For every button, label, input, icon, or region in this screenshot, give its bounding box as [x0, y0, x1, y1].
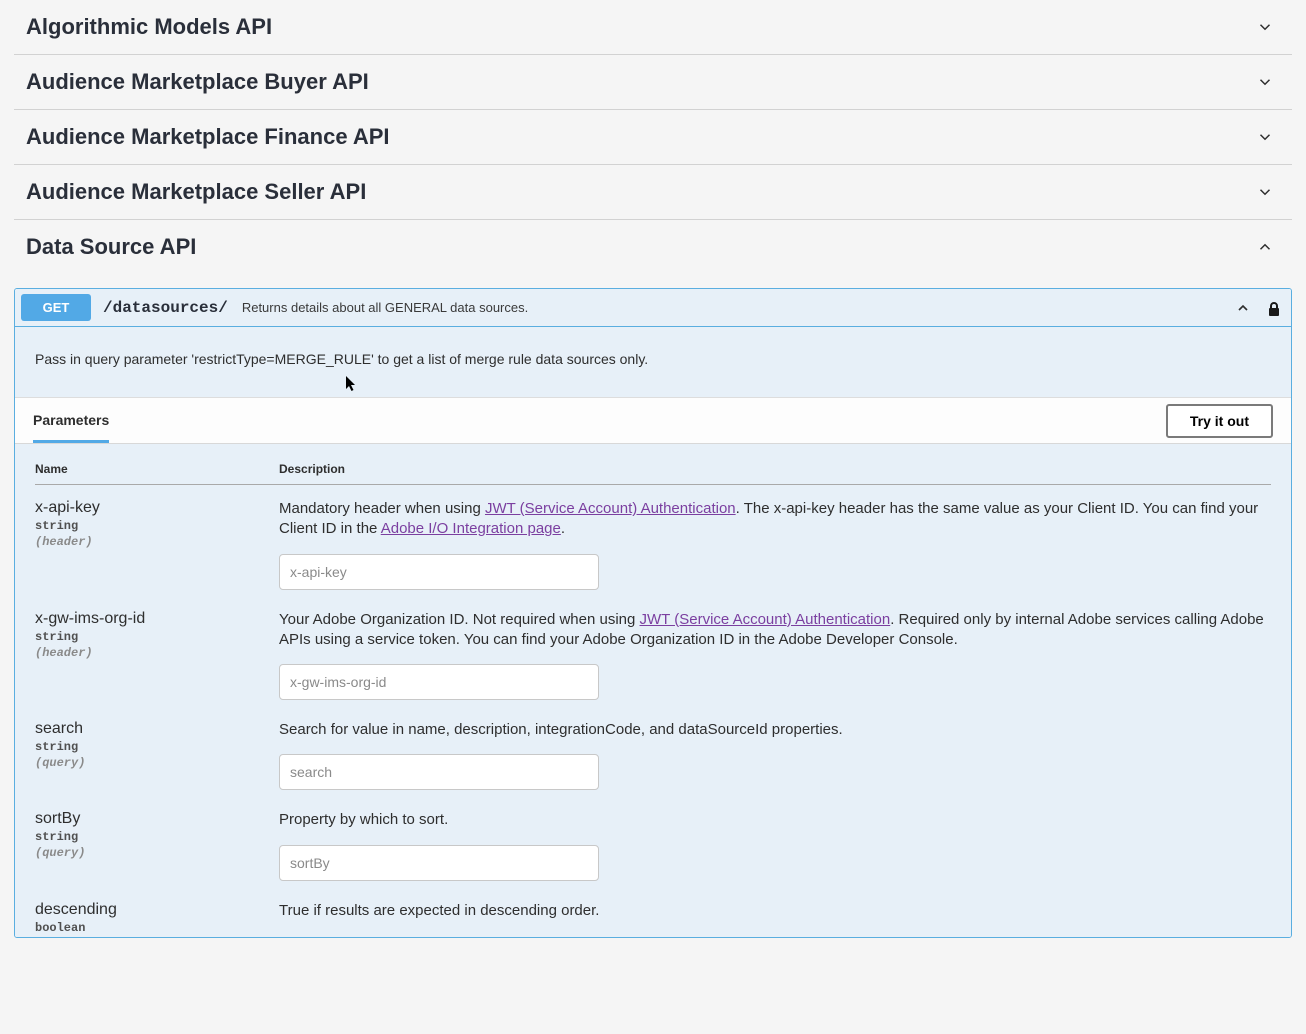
param-location: (header) — [35, 646, 279, 660]
api-section-marketplace-buyer[interactable]: Audience Marketplace Buyer API — [14, 55, 1292, 110]
api-section-data-source[interactable]: Data Source API — [14, 220, 1292, 274]
param-type: string — [35, 830, 279, 844]
table-header: Name Description — [35, 444, 1271, 485]
param-name: x-api-key — [35, 499, 279, 517]
endpoint-card: GET /datasources/ Returns details about … — [14, 288, 1292, 938]
link-adobe-io-integration[interactable]: Adobe I/O Integration page — [381, 520, 561, 537]
chevron-down-icon — [1256, 73, 1274, 91]
section-title: Data Source API — [26, 234, 196, 260]
link-jwt-auth[interactable]: JWT (Service Account) Authentication — [640, 611, 891, 628]
chevron-up-icon — [1256, 238, 1274, 256]
parameters-bar: Parameters Try it out — [15, 397, 1291, 444]
param-location: (query) — [35, 846, 279, 860]
section-title: Audience Marketplace Seller API — [26, 179, 366, 205]
param-type: boolean — [35, 921, 279, 935]
parameters-table: Name Description x-api-key string (heade… — [15, 444, 1291, 937]
chevron-down-icon — [1256, 18, 1274, 36]
table-row: descending boolean True if results are e… — [35, 887, 1271, 937]
column-header-name: Name — [35, 462, 279, 476]
endpoint-summary: Returns details about all GENERAL data s… — [242, 300, 1235, 315]
section-title: Audience Marketplace Finance API — [26, 124, 390, 150]
param-name: x-gw-ims-org-id — [35, 610, 279, 628]
api-section-marketplace-finance[interactable]: Audience Marketplace Finance API — [14, 110, 1292, 165]
x-gw-ims-org-id-input[interactable] — [279, 664, 599, 700]
param-description: Search for value in name, description, i… — [279, 720, 1271, 740]
param-type: string — [35, 740, 279, 754]
section-title: Audience Marketplace Buyer API — [26, 69, 369, 95]
param-location: (header) — [35, 535, 279, 549]
param-name: descending — [35, 901, 279, 919]
search-input[interactable] — [279, 754, 599, 790]
api-section-algorithmic-models[interactable]: Algorithmic Models API — [14, 0, 1292, 55]
chevron-down-icon — [1256, 183, 1274, 201]
sortby-input[interactable] — [279, 845, 599, 881]
param-name: search — [35, 720, 279, 738]
param-location: (query) — [35, 756, 279, 770]
chevron-up-icon — [1235, 300, 1251, 316]
endpoint-body: Pass in query parameter 'restrictType=ME… — [15, 327, 1291, 937]
param-name: sortBy — [35, 810, 279, 828]
table-row: x-gw-ims-org-id string (header) Your Ado… — [35, 596, 1271, 707]
param-type: string — [35, 630, 279, 644]
param-description: Mandatory header when using JWT (Service… — [279, 499, 1271, 540]
http-method-badge: GET — [21, 294, 91, 321]
chevron-down-icon — [1256, 128, 1274, 146]
table-row: search string (query) Search for value i… — [35, 706, 1271, 796]
param-description: Your Adobe Organization ID. Not required… — [279, 610, 1271, 651]
try-it-out-button[interactable]: Try it out — [1166, 404, 1273, 438]
endpoint-description: Pass in query parameter 'restrictType=ME… — [15, 327, 1291, 397]
tab-parameters[interactable]: Parameters — [33, 398, 109, 443]
table-row: x-api-key string (header) Mandatory head… — [35, 485, 1271, 596]
param-description: Property by which to sort. — [279, 810, 1271, 830]
table-row: sortBy string (query) Property by which … — [35, 796, 1271, 886]
api-section-marketplace-seller[interactable]: Audience Marketplace Seller API — [14, 165, 1292, 220]
lock-icon[interactable] — [1267, 301, 1281, 315]
param-type: string — [35, 519, 279, 533]
param-description: True if results are expected in descendi… — [279, 901, 1271, 921]
endpoint-path: /datasources/ — [103, 299, 228, 317]
endpoint-header[interactable]: GET /datasources/ Returns details about … — [15, 289, 1291, 327]
x-api-key-input[interactable] — [279, 554, 599, 590]
section-title: Algorithmic Models API — [26, 14, 272, 40]
link-jwt-auth[interactable]: JWT (Service Account) Authentication — [485, 500, 736, 517]
column-header-description: Description — [279, 462, 1271, 476]
